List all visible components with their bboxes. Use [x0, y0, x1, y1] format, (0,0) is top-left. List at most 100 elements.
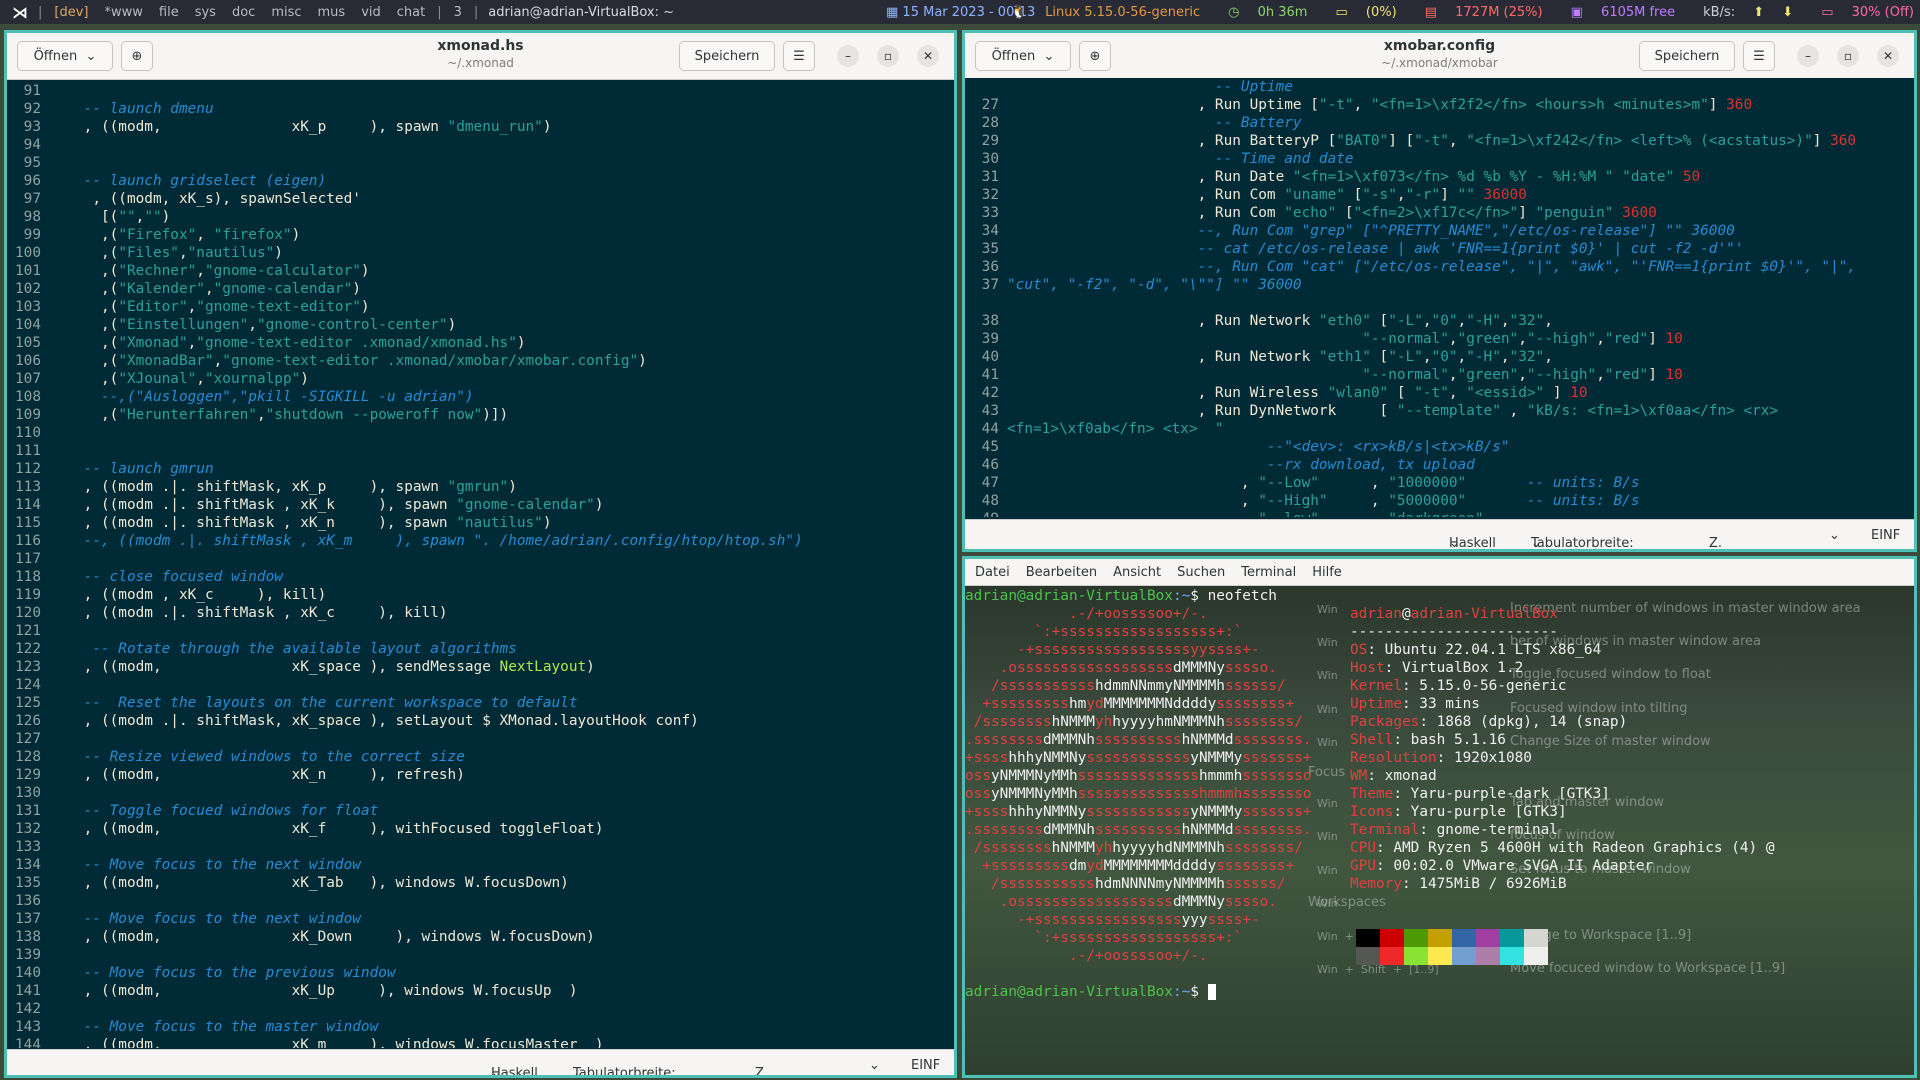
code-line: 37 "cut", "-f2", "-d", "\""] "" 36000 [965, 276, 1914, 294]
code-line: 130 [7, 784, 954, 802]
menu-button[interactable]: ☰ [1743, 41, 1775, 71]
workspace-chat[interactable]: chat [397, 5, 425, 20]
cursor [1207, 984, 1216, 1000]
cpu-icon: ▭ [1335, 4, 1348, 20]
menu-button[interactable]: ☰ [783, 41, 815, 71]
line-number: 117 [15, 551, 41, 567]
line-number: 103 [15, 299, 41, 315]
overlay-text: Focus [1308, 765, 1346, 780]
save-button[interactable]: Speichern [1639, 41, 1735, 71]
chevron-down-icon: ⌄ [1449, 536, 1460, 551]
maximize-button[interactable]: ▫ [877, 45, 899, 67]
code-line: 128 -- Resize viewed windows to the corr… [7, 748, 954, 766]
code-line: 100 ,("Files","nautilus") [7, 244, 954, 262]
code-line: 114 , ((modm .|. shiftMask , xK_k ), spa… [7, 496, 954, 514]
code-token: , ((modm, xK_Up ), windows W.focusUp ) [49, 983, 578, 999]
battery-icon: ▭ [1821, 4, 1834, 20]
close-button[interactable]: ✕ [1877, 45, 1899, 67]
menu-hilfe[interactable]: Hilfe [1312, 565, 1342, 580]
info-value: : 1920x1080 [1436, 750, 1532, 766]
info-value: : xmonad [1367, 768, 1437, 784]
overlay-text: Move focuced window to Workspace [1..9] [1510, 961, 1786, 976]
code-token: , [1544, 349, 1553, 365]
terminal-output[interactable]: Increment number of windows in master wi… [965, 585, 1914, 1075]
line-number: 93 [23, 119, 41, 135]
code-editor[interactable]: -- Uptime 27 , Run Uptime ["-t", "<fn=1>\… [965, 78, 1914, 517]
workspace-vid[interactable]: vid [361, 5, 381, 20]
menu-datei[interactable]: Datei [975, 565, 1010, 580]
code-token: , ((modm, xK_Down ), windows W.focusDown… [49, 929, 595, 945]
workspace-dev[interactable]: [dev] [54, 5, 88, 20]
save-label: Speichern [1654, 48, 1720, 64]
code-token: , Run Date [1007, 169, 1293, 185]
code-token: 10 [1665, 331, 1683, 347]
line-number: 33 [981, 205, 999, 221]
logo-token: MMMMMMMMddddy [1103, 858, 1217, 874]
workspace-sys[interactable]: sys [195, 5, 216, 20]
code-line: 129 , ((modm, xK_n ), refresh) [7, 766, 954, 784]
logo-token: /ssssssss [965, 714, 1052, 730]
overlay-key: Win [1317, 864, 1338, 877]
code-line: 35 -- cat /etc/os-release | awk 'FNR==1{… [965, 240, 1914, 258]
minimize-button[interactable]: – [1797, 45, 1819, 67]
code-token: , [1448, 133, 1467, 149]
menu-ansicht[interactable]: Ansicht [1113, 565, 1161, 580]
maximize-button[interactable]: ▫ [1837, 45, 1859, 67]
code-token: "-t" [1414, 385, 1449, 401]
code-line: 142 [7, 1000, 954, 1018]
kernel-text: Linux 5.15.0-56-generic [1045, 4, 1201, 20]
code-token: "gnome-calendar" [213, 281, 353, 297]
save-button[interactable]: Speichern [679, 41, 775, 71]
code-token: ) [508, 479, 517, 495]
minimize-button[interactable]: – [837, 45, 859, 67]
info-line: Resolution: 1920x1080 [1350, 749, 1532, 767]
code-token: "kB/s: <fn=1>\xf0aa</fn> <rx> [1526, 403, 1779, 419]
info-key: Icons [1350, 804, 1394, 820]
line-number: 128 [15, 749, 41, 765]
logo-line: `:+ssssssssssssssssss+:` [965, 929, 1242, 947]
code-token: "nautilus" [187, 245, 275, 261]
code-editor[interactable]: 91 92 -- launch dmenu 93 , ((modm, xK_p ),… [7, 80, 954, 1048]
menu-suchen[interactable]: Suchen [1177, 565, 1225, 580]
prompt-user: adrian@adrian-VirtualBox [965, 588, 1173, 604]
chevron-down-icon: ⌄ [491, 1066, 502, 1078]
code-token: "0" [1431, 349, 1458, 365]
line-number: 98 [23, 209, 41, 225]
insert-mode[interactable]: EINF [1871, 528, 1900, 543]
code-token: "Files" [118, 245, 179, 261]
menu-terminal[interactable]: Terminal [1241, 565, 1296, 580]
chevron-down-icon[interactable]: ⌄ [1829, 528, 1840, 543]
line-number: 29 [981, 133, 999, 149]
workspace-mus[interactable]: mus [318, 5, 346, 20]
workspace-doc[interactable]: doc [232, 5, 255, 20]
code-token: "darkgreen" [1388, 511, 1483, 517]
code-token: , [1422, 349, 1432, 365]
info-line: Kernel: 5.15.0-56-generic [1350, 677, 1567, 695]
code-token: "Firefox" [118, 227, 197, 243]
workspace-www[interactable]: *www [104, 5, 142, 20]
logo-token: .-/+oossssoo+/-. [965, 948, 1208, 964]
code-token: , ((modm, xK_space ), sendMessage [49, 659, 500, 675]
code-token: , [1448, 367, 1458, 383]
line-number: 102 [15, 281, 41, 297]
insert-mode[interactable]: EINF [911, 1058, 940, 1073]
code-token: ] [1812, 133, 1831, 149]
workspace-misc[interactable]: misc [271, 5, 301, 20]
logo-token: ssssssssssssss [1077, 768, 1199, 784]
cursor-position-label: Z. 65, Sp. 214 [1709, 536, 1723, 551]
menu-bearbeiten[interactable]: Bearbeiten [1026, 565, 1097, 580]
code-token: , Run DynNetwork [ [1007, 403, 1397, 419]
info-key: Kernel [1350, 678, 1402, 694]
line-number: 32 [981, 187, 999, 203]
logo-token: .ossssssssssssssssss [965, 894, 1173, 910]
code-token: "BAT0" [1336, 133, 1389, 149]
code-token: ,( [49, 335, 119, 351]
workspace-file[interactable]: file [159, 5, 179, 20]
chevron-down-icon[interactable]: ⌄ [869, 1058, 880, 1073]
line-number: 135 [15, 875, 41, 891]
color-swatch [1524, 929, 1548, 947]
close-button[interactable]: ✕ [917, 45, 939, 67]
logo-token: .ssssssss [965, 732, 1043, 748]
code-token: , [1007, 475, 1259, 491]
